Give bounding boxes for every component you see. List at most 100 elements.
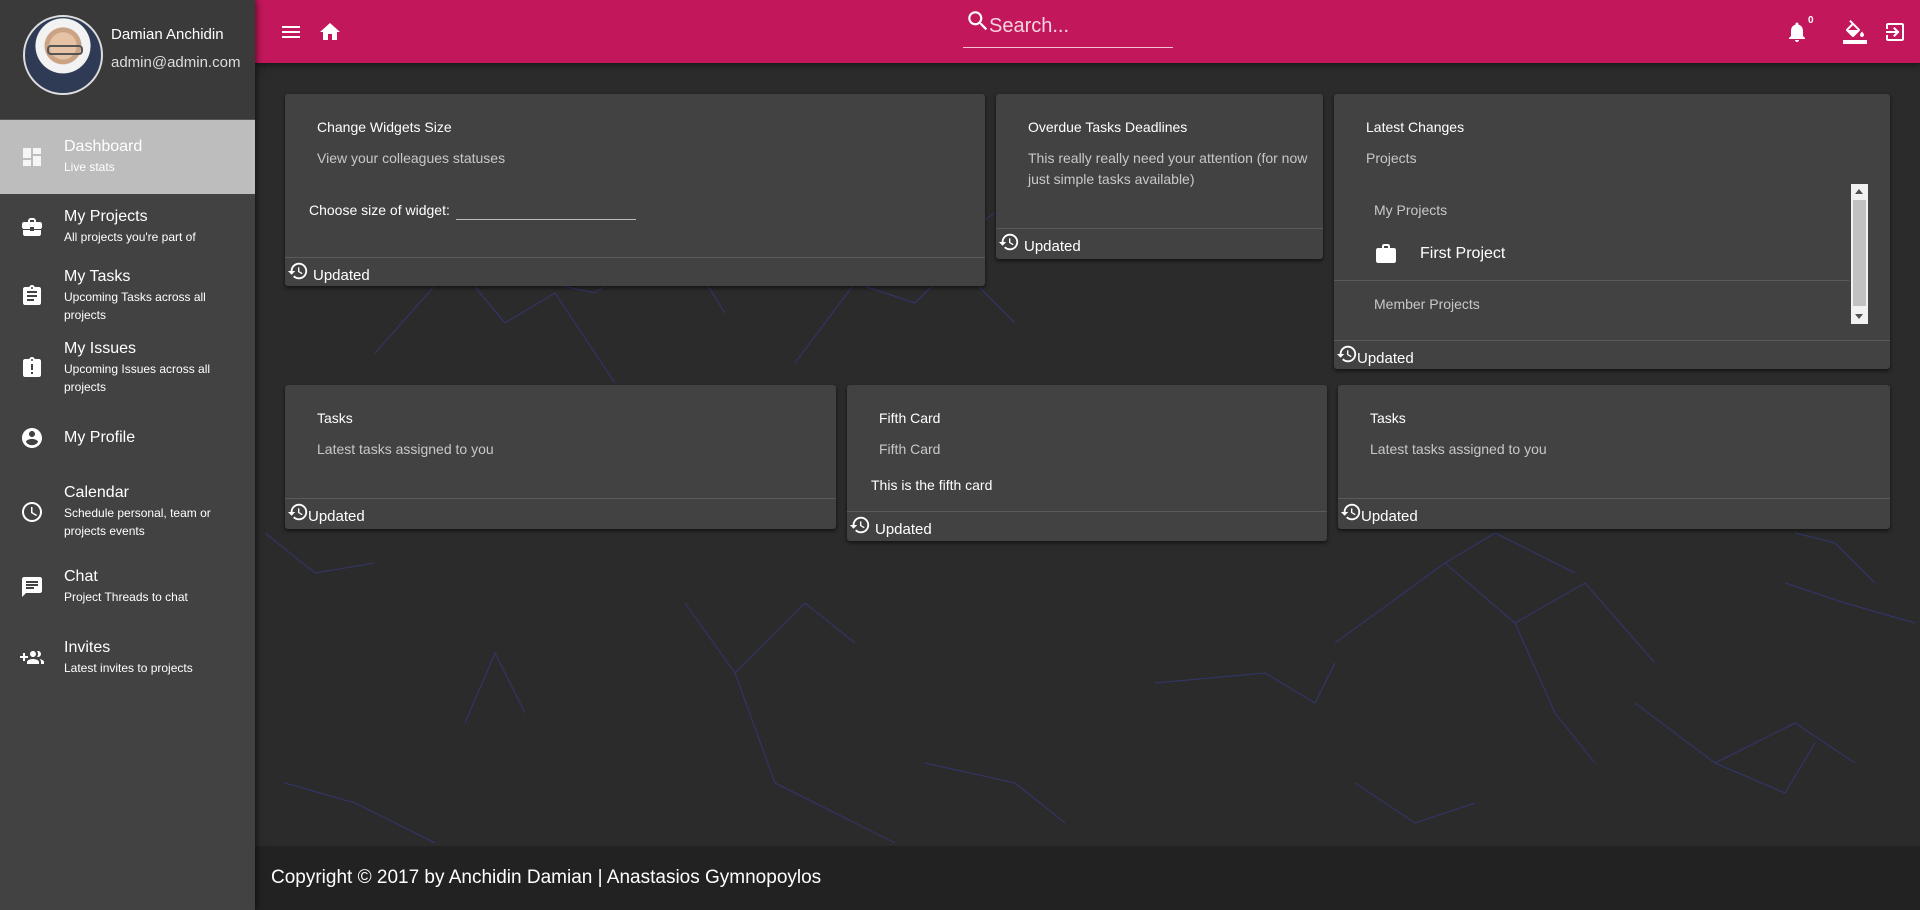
card-subtitle: View your colleagues statuses — [317, 150, 506, 166]
page-footer: Copyright © 2017 by Anchidin Damian | An… — [255, 846, 1920, 910]
card-title: Tasks — [1370, 410, 1406, 426]
widget-size-select[interactable]: Choose size of widget: — [309, 200, 636, 220]
user-profile-header: Damian Anchidin admin@admin.com — [0, 0, 255, 120]
project-name: First Project — [1420, 245, 1506, 262]
card-title: Change Widgets Size — [317, 119, 452, 135]
updated-label: Updated — [875, 521, 932, 538]
updated-label: Updated — [308, 508, 365, 525]
sidebar-item-subtitle: Latest invites to projects — [64, 660, 193, 675]
card-footer: Updated — [285, 257, 985, 286]
updated-label: Updated — [313, 267, 370, 284]
list-item-project[interactable]: First Project — [1374, 242, 1505, 266]
updated-label: Updated — [1361, 508, 1418, 525]
notification-bell-icon[interactable] — [1785, 20, 1809, 44]
notification-count-badge: 0 — [1808, 15, 1814, 26]
top-app-bar: 0 — [255, 0, 1920, 63]
list-subheader-my-projects: My Projects — [1374, 202, 1448, 218]
sidebar-item-subtitle: Upcoming Tasks across all projects — [64, 290, 206, 322]
scrollbar[interactable] — [1851, 184, 1868, 324]
briefcase-icon — [1376, 244, 1396, 263]
sidebar-item-subtitle: Project Threads to chat — [64, 589, 188, 604]
sidebar-item-title: Calendar — [64, 484, 129, 502]
search-icon — [968, 11, 988, 31]
dashboard-icon — [20, 145, 44, 169]
widget-size-dropdown[interactable] — [455, 200, 636, 220]
sidebar-item-dashboard[interactable]: Dashboard Live stats — [0, 120, 255, 194]
avatar[interactable] — [23, 15, 103, 95]
card-body-text: This is the fifth card — [871, 477, 993, 493]
card-title: Latest Changes — [1366, 119, 1465, 135]
projects-list: My Projects First Project Member Project… — [1334, 184, 1889, 324]
sidebar-item-subtitle: Live stats — [64, 159, 115, 174]
scroll-thumb[interactable] — [1853, 200, 1866, 306]
search-input[interactable] — [989, 14, 1169, 38]
card-footer: Updated — [1334, 340, 1890, 369]
sidebar-item-title: My Issues — [64, 340, 137, 358]
card-subtitle: Latest tasks assigned to you — [317, 441, 494, 457]
search-box[interactable] — [963, 6, 1173, 48]
sidebar-item-my-tasks[interactable]: My Tasks Upcoming Tasks across all proje… — [0, 260, 255, 332]
card-subtitle: Projects — [1366, 150, 1417, 166]
logout-icon[interactable] — [1883, 20, 1907, 44]
sidebar-item-title: My Profile — [64, 429, 136, 446]
scroll-down-arrow[interactable] — [1855, 314, 1863, 319]
history-icon — [287, 501, 309, 523]
divider — [1334, 280, 1849, 281]
clipboard-icon — [20, 284, 44, 308]
sidebar-item-subtitle: Upcoming Issues across all projects — [64, 362, 211, 394]
profile-name: Damian Anchidin — [111, 26, 224, 43]
sidebar-item-title: Dashboard — [64, 137, 143, 155]
card-footer: Updated — [847, 511, 1327, 541]
list-subheader-member-projects: Member Projects — [1374, 296, 1480, 312]
card-footer: Updated — [1338, 498, 1890, 529]
card-title: Overdue Tasks Deadlines — [1028, 119, 1188, 135]
sidebar-item-title: Chat — [64, 567, 98, 585]
paint-bucket-icon[interactable] — [1843, 20, 1867, 44]
tasks-card-right: Tasks Latest tasks assigned to you Updat… — [1338, 385, 1890, 529]
briefcase-icon — [20, 215, 44, 239]
chat-icon — [20, 575, 44, 599]
history-icon — [287, 260, 309, 282]
sidebar-item-my-issues[interactable]: My Issues Upcoming Issues across all pro… — [0, 332, 255, 404]
card-subtitle: Fifth Card — [879, 441, 941, 457]
sidebar-item-title: My Projects — [64, 207, 148, 225]
latest-changes-card: Latest Changes Projects My Projects Firs… — [1334, 94, 1890, 369]
sidebar-item-my-profile[interactable]: My Profile — [0, 404, 255, 472]
sidebar-item-subtitle: All projects you're part of — [64, 229, 196, 244]
widget-size-card: Change Widgets Size View your colleagues… — [285, 94, 985, 286]
scroll-up-arrow[interactable] — [1855, 189, 1863, 194]
clock-icon — [20, 500, 44, 524]
group-add-icon — [20, 646, 44, 670]
profile-email: admin@admin.com — [111, 54, 241, 71]
updated-label: Updated — [1024, 238, 1081, 255]
sidebar-item-chat[interactable]: Chat Project Threads to chat — [0, 552, 255, 622]
history-icon — [998, 231, 1020, 253]
card-title: Tasks — [317, 410, 353, 426]
sidebar-item-my-projects[interactable]: My Projects All projects you're part of — [0, 194, 255, 260]
sidebar-nav: Dashboard Live stats My Projects All pro… — [0, 120, 255, 694]
history-icon — [849, 514, 871, 536]
sidebar-item-title: Invites — [64, 638, 111, 656]
history-icon — [1340, 501, 1362, 523]
sidebar: Damian Anchidin admin@admin.com Dashboar… — [0, 0, 255, 910]
overdue-tasks-card: Overdue Tasks Deadlines This really real… — [996, 94, 1323, 259]
sidebar-item-invites[interactable]: Invites Latest invites to projects — [0, 622, 255, 694]
card-title: Fifth Card — [879, 410, 941, 426]
card-footer: Updated — [285, 498, 836, 529]
sidebar-item-subtitle: Schedule personal, team or projects even… — [64, 506, 211, 538]
card-subtitle: This really really need your attention (… — [1028, 150, 1308, 187]
updated-label: Updated — [1357, 350, 1414, 367]
menu-icon[interactable] — [279, 20, 303, 44]
card-subtitle: Latest tasks assigned to you — [1370, 441, 1547, 457]
home-icon[interactable] — [318, 20, 342, 44]
fifth-card: Fifth Card Fifth Card This is the fifth … — [847, 385, 1327, 541]
sidebar-item-calendar[interactable]: Calendar Schedule personal, team or proj… — [0, 472, 255, 552]
account-circle-icon — [20, 426, 44, 450]
history-icon — [1336, 343, 1358, 365]
clipboard-alert-icon — [20, 356, 44, 380]
sidebar-item-title: My Tasks — [64, 268, 131, 286]
card-footer: Updated — [996, 228, 1323, 259]
widget-size-label: Choose size of widget: — [309, 202, 450, 218]
tasks-card-left: Tasks Latest tasks assigned to you Updat… — [285, 385, 836, 529]
copyright-text: Copyright © 2017 by Anchidin Damian | An… — [271, 867, 822, 888]
